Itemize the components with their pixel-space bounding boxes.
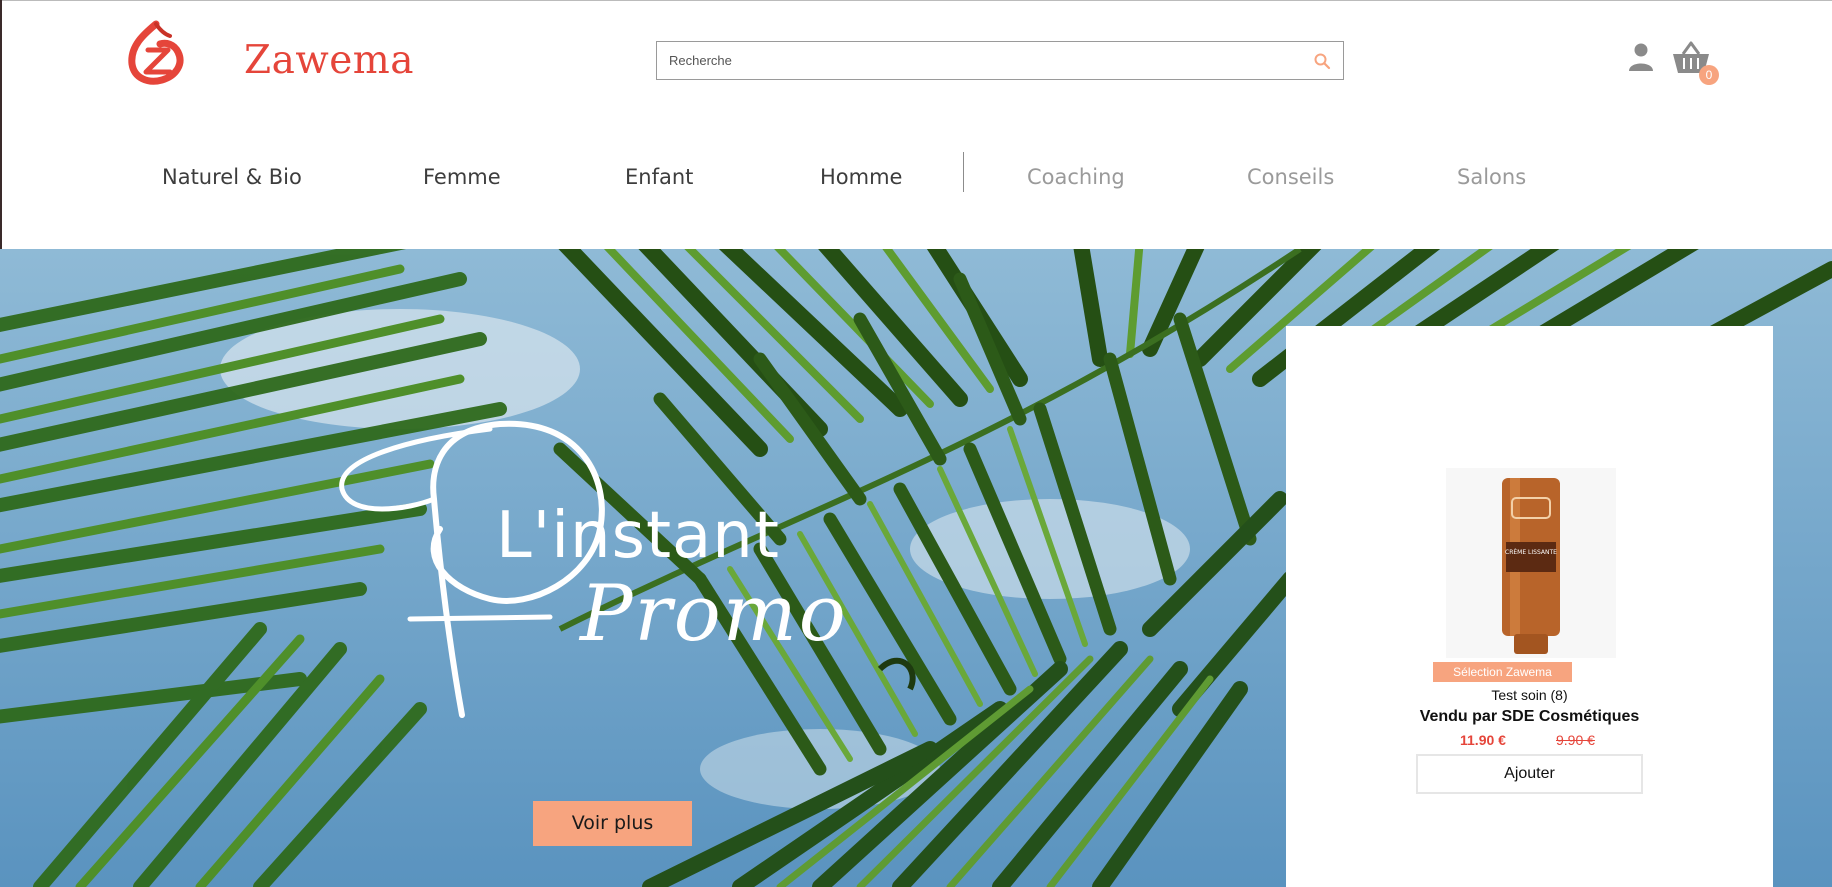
- promo-title: L'instant: [496, 499, 780, 573]
- nav-item-enfant[interactable]: Enfant: [625, 165, 693, 189]
- add-to-cart-button[interactable]: Ajouter: [1416, 754, 1643, 794]
- nav-item-femme[interactable]: Femme: [423, 165, 501, 189]
- voir-plus-button[interactable]: Voir plus: [533, 801, 692, 846]
- brand-name[interactable]: Zawema: [244, 38, 414, 83]
- promo-subtitle: Promo: [580, 569, 848, 659]
- product-seller: Vendu par SDE Cosmétiques: [1419, 708, 1640, 725]
- product-image-label: CRÈME LISSANTE: [1505, 548, 1557, 556]
- window-top-border: [0, 0, 1832, 1]
- nav-item-salons[interactable]: Salons: [1457, 165, 1526, 189]
- search-icon[interactable]: [1313, 52, 1331, 70]
- product-image[interactable]: CRÈME LISSANTE: [1446, 468, 1616, 658]
- nav-divider: [963, 152, 964, 192]
- nav-item-homme[interactable]: Homme: [820, 165, 902, 189]
- cart-count-badge: 0: [1699, 65, 1719, 85]
- search-input[interactable]: [657, 42, 1269, 79]
- search-bar[interactable]: [656, 41, 1344, 80]
- product-selection-badge: Sélection Zawema: [1433, 662, 1572, 682]
- nav-item-conseils[interactable]: Conseils: [1247, 165, 1334, 189]
- nav-item-naturel-bio[interactable]: Naturel & Bio: [162, 165, 302, 189]
- nav-item-coaching[interactable]: Coaching: [1027, 165, 1125, 189]
- hero-banner: L'instant Promo Voir plus CRÈME LISSANTE…: [0, 249, 1832, 887]
- window-left-border: [0, 0, 2, 250]
- product-name[interactable]: Test soin (8): [1286, 687, 1773, 703]
- product-price-old: 9.90 €: [1556, 732, 1595, 748]
- zawema-logo-icon[interactable]: [126, 20, 190, 86]
- user-account-icon[interactable]: [1628, 42, 1654, 72]
- product-price-new: 11.90 €: [1460, 732, 1506, 748]
- product-card[interactable]: CRÈME LISSANTE Sélection Zawema Test soi…: [1286, 326, 1773, 887]
